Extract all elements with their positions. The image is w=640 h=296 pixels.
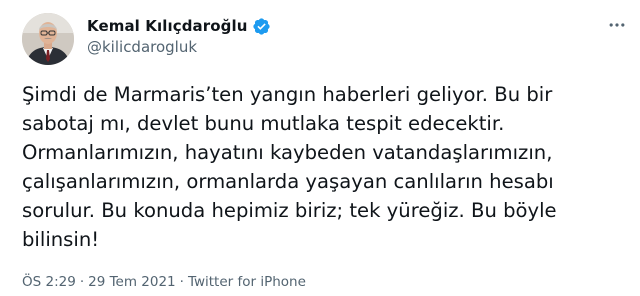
tweet-time[interactable]: ÖS 2:29	[22, 274, 76, 290]
meta-separator: ·	[79, 274, 85, 290]
tweet-card: Kemal Kılıçdaroğlu @kilicdarogluk Şimdi …	[0, 0, 640, 296]
profile-photo-icon	[22, 13, 74, 65]
display-name[interactable]: Kemal Kılıçdaroğlu	[87, 17, 248, 35]
name-row: Kemal Kılıçdaroğlu	[87, 15, 271, 37]
user-handle[interactable]: @kilicdarogluk	[87, 38, 271, 56]
tweet-text: Şimdi de Marmaris’ten yangın haberleri g…	[22, 83, 557, 251]
meta-separator: ·	[179, 274, 184, 290]
tweet-metadata: ÖS 2:29 · 29 Tem 2021 · Twitter for iPho…	[22, 274, 306, 290]
tweet-source[interactable]: Twitter for iPhone	[188, 274, 306, 290]
tweet-date[interactable]: 29 Tem 2021	[88, 274, 176, 290]
author-block: Kemal Kılıçdaroğlu @kilicdarogluk	[87, 15, 271, 56]
avatar[interactable]	[22, 13, 74, 65]
verified-badge-icon	[252, 17, 271, 36]
more-horizontal-icon[interactable]	[606, 14, 628, 36]
